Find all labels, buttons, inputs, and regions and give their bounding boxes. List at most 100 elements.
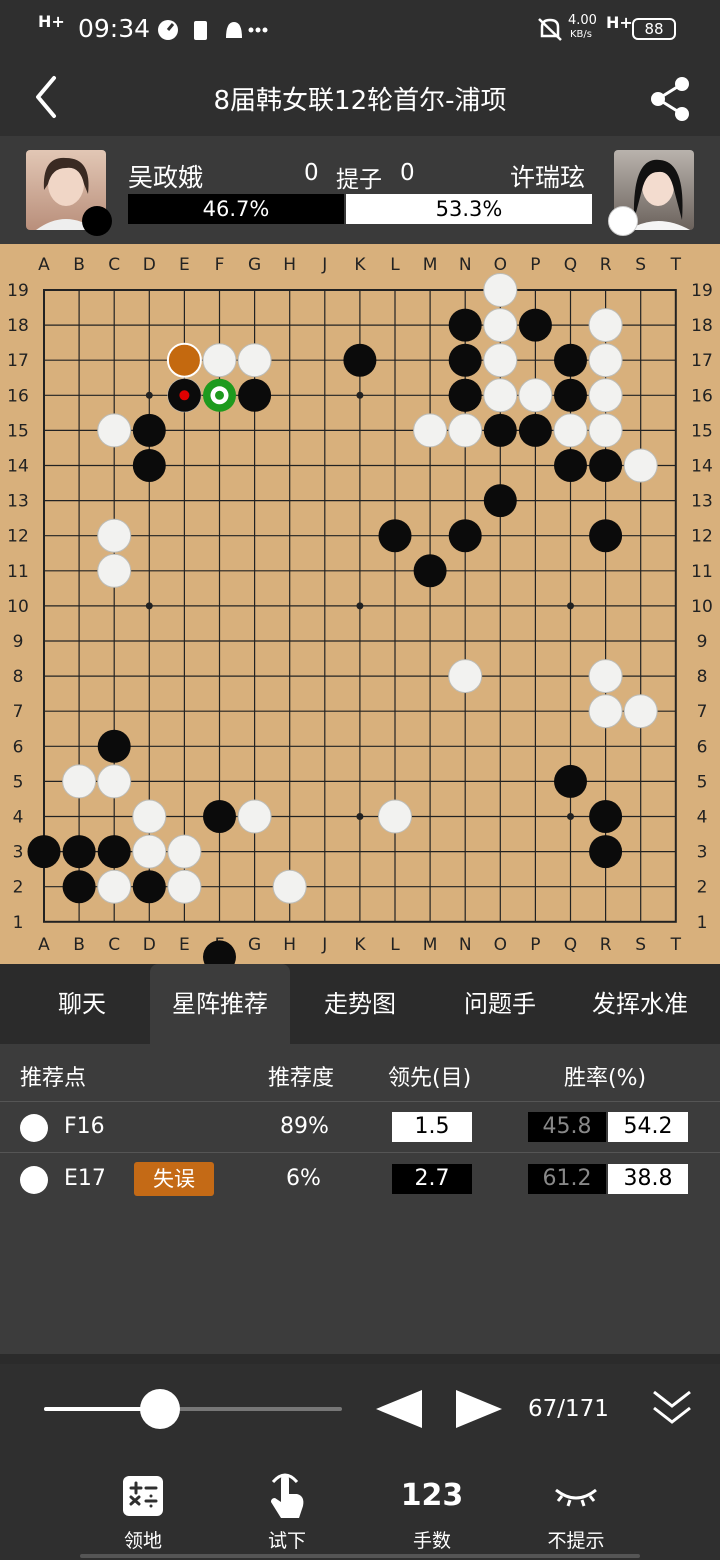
move-number-icon: 123 xyxy=(400,1478,464,1513)
row-label-right: 15 xyxy=(691,421,713,441)
black-player-name: 吴政娥 xyxy=(128,163,204,192)
column-label-top: D xyxy=(143,255,156,275)
move-slider-thumb[interactable] xyxy=(140,1389,181,1429)
row-label-left: 11 xyxy=(7,562,29,582)
white-stone xyxy=(237,343,272,378)
row-point: E17 xyxy=(64,1166,106,1191)
black-stone-badge xyxy=(82,206,112,236)
column-label-top: S xyxy=(635,255,646,275)
black-winrate-bar: 46.7% xyxy=(128,194,344,224)
row-label-right: 19 xyxy=(691,281,713,301)
row-black-winrate: 61.2 xyxy=(528,1164,606,1194)
white-stone xyxy=(167,834,202,869)
tab-trend-chart[interactable]: 走势图 xyxy=(290,964,430,1044)
white-stone xyxy=(483,308,518,343)
white-stone xyxy=(623,448,658,483)
black-stone xyxy=(448,308,482,342)
column-label-top: P xyxy=(530,255,540,275)
move-number-label: 手数 xyxy=(412,1530,451,1552)
column-label-top: B xyxy=(73,255,85,275)
row-label-left: 9 xyxy=(13,632,24,652)
tab-recommend[interactable]: 星阵推荐 xyxy=(150,964,290,1044)
column-label-top: G xyxy=(248,255,261,275)
row-label-right: 1 xyxy=(697,913,708,933)
status-icons-left xyxy=(158,20,268,40)
row-label-left: 14 xyxy=(7,457,29,477)
white-stone xyxy=(237,799,272,834)
column-label-top: A xyxy=(38,255,50,275)
column-label-bottom: L xyxy=(390,935,400,955)
black-stone xyxy=(554,449,587,482)
white-stone-icon xyxy=(20,1166,48,1194)
white-stone xyxy=(97,869,132,904)
next-move-icon[interactable] xyxy=(454,1388,504,1430)
white-stone xyxy=(623,694,658,729)
column-label-top: N xyxy=(459,255,472,275)
previous-move-icon[interactable] xyxy=(374,1388,424,1430)
column-label-bottom: J xyxy=(321,935,327,955)
signal-indicator: H+ xyxy=(38,12,65,31)
black-stone xyxy=(554,343,587,377)
row-label-right: 16 xyxy=(691,386,713,406)
move-counter: 67/171 xyxy=(528,1396,609,1422)
row-divider xyxy=(0,1152,720,1153)
white-winrate-bar: 53.3% xyxy=(346,194,592,224)
tap-hand-icon xyxy=(271,1473,304,1518)
row-label-left: 8 xyxy=(13,667,24,687)
black-stone xyxy=(132,870,166,904)
row-label-right: 17 xyxy=(691,351,713,371)
black-stone xyxy=(448,378,482,412)
black-captures: 0 xyxy=(304,160,319,186)
white-stone xyxy=(588,308,623,343)
row-label-left: 16 xyxy=(7,386,29,406)
star-point xyxy=(567,602,574,610)
black-stone xyxy=(589,519,623,553)
black-stone xyxy=(589,800,623,833)
column-label-top: K xyxy=(354,255,366,275)
row-label-right: 2 xyxy=(697,878,708,898)
row-label-right: 18 xyxy=(691,316,713,336)
white-stone xyxy=(588,694,623,729)
row-label-right: 3 xyxy=(697,843,708,863)
network-speed: 4.00 xyxy=(568,13,597,28)
no-hint-label: 不提示 xyxy=(547,1530,605,1552)
header-degree: 推荐度 xyxy=(268,1066,335,1091)
black-stone xyxy=(589,835,623,869)
row-lead: 1.5 xyxy=(392,1112,472,1142)
status-bar: H+ 09:34 4.00 KB/s H+ 88 xyxy=(0,0,720,58)
go-board-canvas[interactable]: AABBCCDDEEFFGGHHJJKKLLMMNNOOPPQQRRSSTT19… xyxy=(0,244,720,974)
battery-icon: 88 xyxy=(632,18,676,40)
black-stone xyxy=(448,519,482,553)
black-stone xyxy=(448,343,482,377)
tab-performance[interactable]: 发挥水准 xyxy=(570,964,710,1044)
title-bar: 8届韩女联12轮首尔-浦项 xyxy=(0,58,720,136)
white-stone xyxy=(448,659,483,694)
black-stone xyxy=(238,378,272,412)
tab-chat[interactable]: 聊天 xyxy=(12,964,152,1044)
black-stone xyxy=(97,835,131,869)
go-board[interactable]: AABBCCDDEEFFGGHHJJKKLLMMNNOOPPQQRRSSTT19… xyxy=(0,244,720,974)
row-white-winrate: 54.2 xyxy=(608,1112,688,1142)
row-label-left: 4 xyxy=(13,808,24,828)
column-label-bottom: O xyxy=(494,935,507,955)
white-stone-badge xyxy=(608,206,638,236)
column-label-bottom: K xyxy=(354,935,366,955)
share-icon[interactable] xyxy=(646,74,696,124)
row-label-right: 8 xyxy=(697,667,708,687)
column-label-bottom: Q xyxy=(564,935,577,955)
white-stone xyxy=(378,799,412,834)
eye-closed-icon xyxy=(555,1488,597,1507)
collapse-chevron-icon[interactable] xyxy=(650,1388,694,1428)
black-stone xyxy=(554,764,587,798)
row-lead: 2.7 xyxy=(392,1164,472,1194)
column-label-top: R xyxy=(600,255,612,275)
tab-problem-moves[interactable]: 问题手 xyxy=(430,964,570,1044)
row-white-winrate: 38.8 xyxy=(608,1164,688,1194)
white-stone xyxy=(588,413,623,448)
column-label-top: M xyxy=(423,255,438,275)
black-stone xyxy=(378,519,412,553)
row-label-right: 6 xyxy=(697,737,708,757)
row-label-right: 11 xyxy=(691,562,713,582)
white-stone xyxy=(483,343,518,378)
column-label-bottom: C xyxy=(108,935,120,955)
